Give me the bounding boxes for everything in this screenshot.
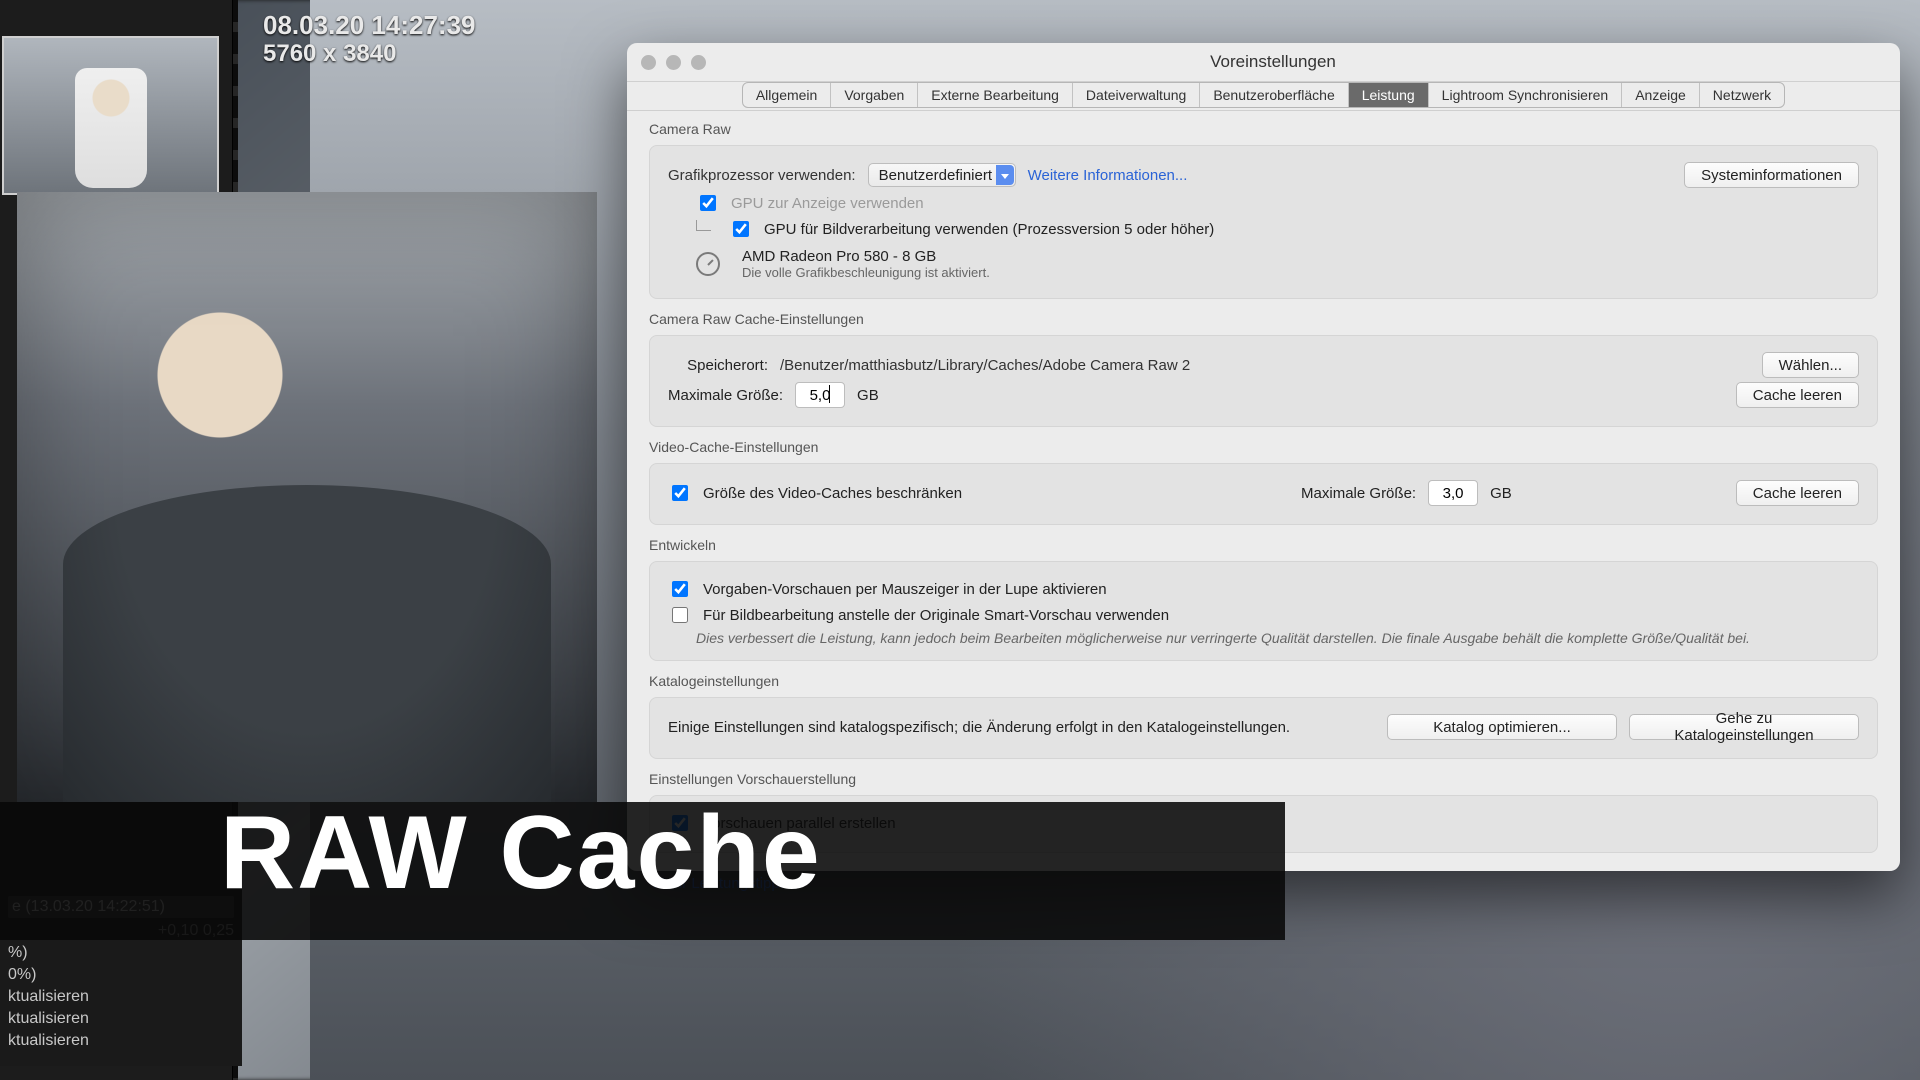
section-camera-raw-heading: Camera Raw [649,121,1878,137]
gpu-process-label: GPU für Bildverarbeitung verwenden (Proz… [764,221,1214,238]
cache-location-label: Speicherort: [668,357,768,374]
section-raw-cache-heading: Camera Raw Cache-Einstellungen [649,311,1878,327]
history-item: %) [8,944,234,962]
webcam-overlay [17,192,597,802]
section-raw-cache: Speicherort: /Benutzer/matthiasbutz/Libr… [649,335,1878,427]
section-previews-heading: Einstellungen Vorschauerstellung [649,771,1878,787]
cache-purge-button[interactable]: Cache leeren [1736,382,1859,408]
video-limit-label: Größe des Video-Caches beschränken [703,485,962,502]
tab-allgemein[interactable]: Allgemein [743,83,831,107]
tab-dateiverwaltung[interactable]: Dateiverwaltung [1073,83,1200,107]
close-icon[interactable] [641,55,656,70]
minimize-icon[interactable] [666,55,681,70]
video-purge-button[interactable]: Cache leeren [1736,480,1859,506]
section-catalog: Einige Einstellungen sind katalogspezifi… [649,697,1878,759]
lower-third-band: RAW Cache [0,802,1285,940]
video-unit: GB [1490,485,1512,502]
loupe-preview-label: Vorgaben-Vorschauen per Mauszeiger in de… [703,581,1107,598]
section-develop: Vorgaben-Vorschauen per Mauszeiger in de… [649,561,1878,661]
video-limit-checkbox[interactable] [672,485,688,501]
tab-leistung[interactable]: Leistung [1349,83,1429,107]
gpu-select-wrap[interactable]: Benutzerdefiniert [868,163,1016,187]
gpu-process-checkbox[interactable] [733,221,749,237]
optimize-catalog-button[interactable]: Katalog optimieren... [1387,714,1617,740]
zoom-icon[interactable] [691,55,706,70]
history-item: 0%) [8,966,234,984]
preferences-window: Voreinstellungen Allgemein Vorgaben Exte… [627,43,1900,871]
smart-preview-checkbox[interactable] [672,607,688,623]
tab-vorgaben[interactable]: Vorgaben [831,83,918,107]
loupe-preview-checkbox[interactable] [672,581,688,597]
gauge-icon [696,252,720,276]
gpu-name: AMD Radeon Pro 580 - 8 GB [742,248,990,265]
smart-preview-note: Dies verbessert die Leistung, kann jedoc… [696,630,1859,646]
tab-netzwerk[interactable]: Netzwerk [1700,83,1784,107]
smart-preview-label: Für Bildbearbeitung anstelle der Origina… [703,607,1169,624]
gpu-display-checkbox[interactable] [700,195,716,211]
hud-dimensions: 5760 x 3840 [263,40,396,68]
section-catalog-heading: Katalogeinstellungen [649,673,1878,689]
section-video-cache-heading: Video-Cache-Einstellungen [649,439,1878,455]
prefs-body: Camera Raw Grafikprozessor verwenden: Be… [649,119,1878,857]
hud-timestamp: 08.03.20 14:27:39 [263,10,476,41]
cache-maxsize-label: Maximale Größe: [668,387,783,404]
video-maxsize-input[interactable] [1428,480,1478,506]
gpu-status: Die volle Grafikbeschleunigung ist aktiv… [742,265,990,280]
webcam-figure [63,485,550,802]
history-item[interactable]: ktualisieren [8,988,234,1006]
history-item[interactable]: ktualisieren [8,1032,234,1050]
tree-connector-icon [696,220,711,231]
goto-catalog-settings-button[interactable]: Gehe zu Katalogeinstellungen [1629,714,1859,740]
cache-maxsize-input[interactable] [795,382,845,408]
video-maxsize-label: Maximale Größe: [1301,485,1416,502]
system-info-button[interactable]: Systeminformationen [1684,162,1859,188]
tab-externe[interactable]: Externe Bearbeitung [918,83,1073,107]
titlebar[interactable]: Voreinstellungen [627,43,1900,82]
text-caret-icon [829,385,830,403]
catalog-text: Einige Einstellungen sind katalogspezifi… [668,719,1290,736]
gpu-select-label: Grafikprozessor verwenden: [668,167,856,184]
thumbnail-figure [75,68,147,188]
tab-sync[interactable]: Lightroom Synchronisieren [1429,83,1623,107]
section-video-cache: Größe des Video-Caches beschränken Maxim… [649,463,1878,525]
navigator-thumbnail[interactable] [2,36,219,195]
cache-location-path: /Benutzer/matthiasbutz/Library/Caches/Ad… [780,357,1190,374]
section-develop-heading: Entwickeln [649,537,1878,553]
window-title: Voreinstellungen [706,52,1840,72]
cache-unit: GB [857,387,879,404]
gpu-select[interactable]: Benutzerdefiniert [868,163,1016,187]
section-camera-raw: Grafikprozessor verwenden: Benutzerdefin… [649,145,1878,299]
prefs-tabbar: Allgemein Vorgaben Externe Bearbeitung D… [627,82,1900,111]
cache-choose-button[interactable]: Wählen... [1762,352,1859,378]
lower-third-title: RAW Cache [220,794,822,913]
traffic-lights [641,55,706,70]
tab-benutzer[interactable]: Benutzeroberfläche [1200,83,1348,107]
gpu-more-info-link[interactable]: Weitere Informationen... [1028,167,1188,184]
tab-anzeige[interactable]: Anzeige [1622,83,1700,107]
prefs-tabs: Allgemein Vorgaben Externe Bearbeitung D… [742,82,1785,108]
history-item[interactable]: ktualisieren [8,1010,234,1028]
gpu-display-label: GPU zur Anzeige verwenden [731,195,924,212]
